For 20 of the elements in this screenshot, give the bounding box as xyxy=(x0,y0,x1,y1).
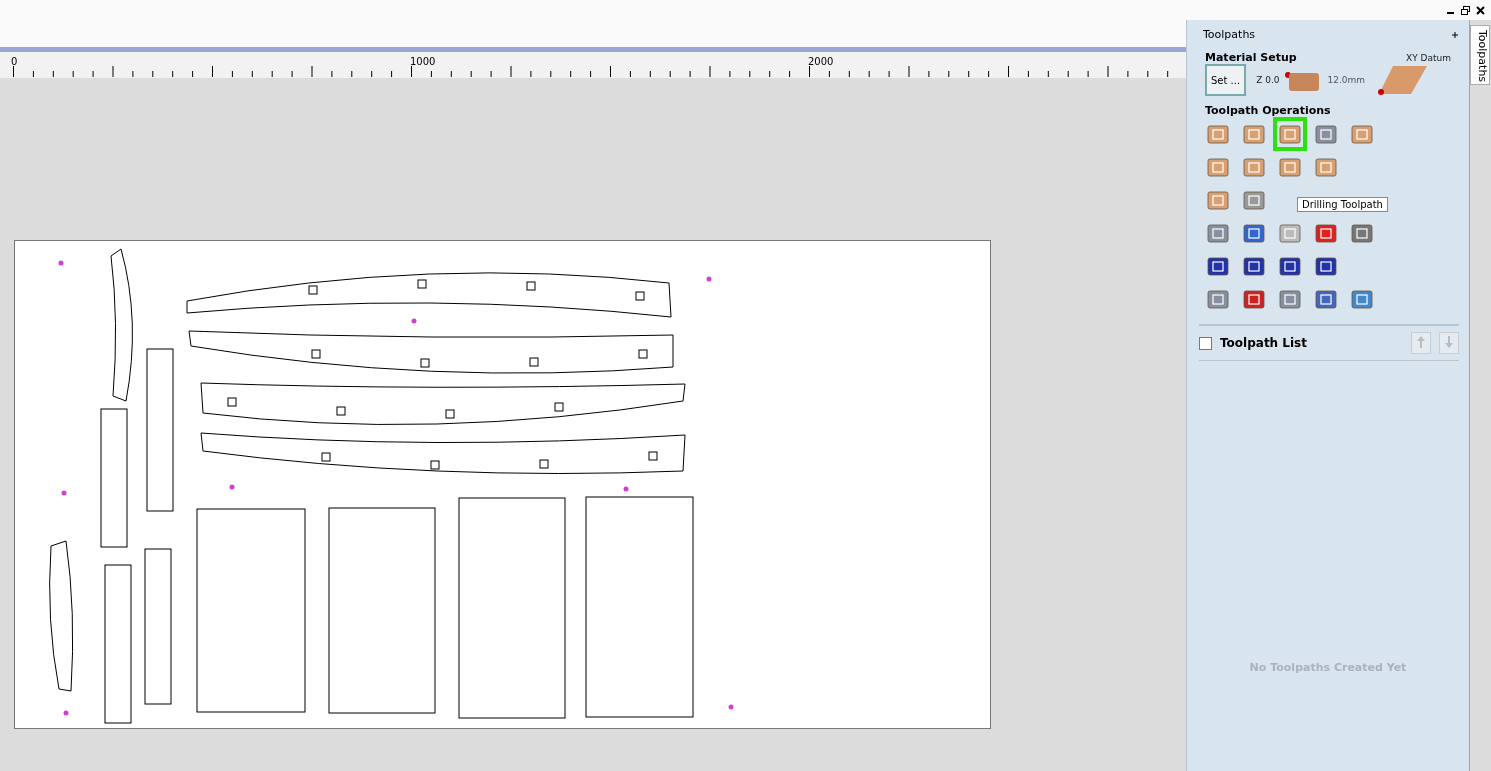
z-label: Z 0.0 xyxy=(1256,75,1280,85)
set-button[interactable]: Set ... xyxy=(1205,64,1247,96)
ruler-label: 0 xyxy=(11,56,18,67)
datum-heading: XY Datum xyxy=(1406,52,1451,63)
restore-icon[interactable] xyxy=(1461,5,1470,15)
list-title: Toolpath List xyxy=(1220,336,1308,350)
section-heading: Material Setup xyxy=(1205,51,1297,64)
section-heading: Toolpath Operations xyxy=(1205,104,1332,117)
down-arrow-icon xyxy=(1444,334,1454,349)
datum-plate-icon[interactable] xyxy=(1375,64,1430,96)
up-arrow-icon xyxy=(1416,334,1426,349)
thickness-label: 12.0mm xyxy=(1327,75,1366,85)
toolpath-list-checkbox[interactable] xyxy=(1199,336,1212,350)
close-icon[interactable] xyxy=(1476,5,1485,15)
tooltip: Drilling Toolpath xyxy=(1297,197,1388,212)
panel-title: Toolpaths xyxy=(1203,28,1256,41)
ruler-label: 2000 xyxy=(808,56,834,67)
ruler-label: 1000 xyxy=(410,56,436,67)
pin-icon[interactable] xyxy=(1451,30,1459,39)
side-tab[interactable]: Toolpaths xyxy=(1470,25,1490,85)
